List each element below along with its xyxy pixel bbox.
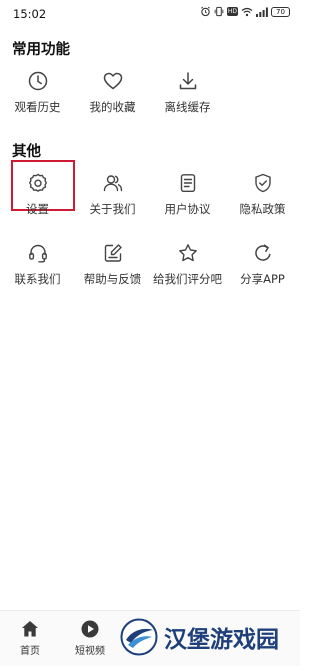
nav-item-home[interactable]: 首页 [5, 619, 55, 657]
signal-icon [256, 7, 268, 17]
download-icon [179, 72, 196, 90]
star-icon [178, 244, 197, 262]
vibrate-icon [214, 6, 224, 17]
menu-item-rate-us[interactable]: 给我们评分吧 [150, 242, 225, 298]
nav-item-label: 短视频 [75, 646, 105, 657]
menu-item-label: 分享APP [240, 272, 285, 286]
menu-item-help-feedback[interactable]: 帮助与反馈 [75, 242, 150, 298]
heart-icon [103, 72, 122, 90]
menu-item-offline-cache[interactable]: 离线缓存 [150, 70, 225, 126]
edit-icon [104, 244, 122, 262]
menu-item-share-app[interactable]: 分享APP [225, 242, 300, 298]
menu-item-user-agreement[interactable]: 用户协议 [150, 172, 225, 228]
menu-item-contact-us[interactable]: 联系我们 [0, 242, 75, 298]
play-icon [81, 620, 99, 638]
gear-icon [28, 173, 47, 192]
section-title-common: 常用功能 [12, 42, 70, 58]
section-title-other: 其他 [12, 144, 41, 160]
status-icons: HD 70 [200, 6, 290, 17]
menu-item-about-us[interactable]: 关于我们 [75, 172, 150, 228]
menu-item-label: 隐私政策 [239, 202, 286, 216]
menu-item-label: 帮助与反馈 [83, 272, 142, 286]
share-refresh-icon [254, 244, 271, 261]
nav-item-short-video[interactable]: 短视频 [65, 619, 115, 657]
alarm-icon [200, 6, 210, 17]
menu-item-label: 联系我们 [14, 272, 61, 286]
watermark: 汉堡游戏园 [120, 616, 295, 658]
document-icon [180, 174, 195, 192]
wifi-icon [241, 7, 253, 16]
menu-item-label: 设置 [26, 202, 49, 216]
shield-icon [254, 173, 271, 193]
nav-item-label: 首页 [20, 646, 40, 657]
menu-item-settings[interactable]: 设置 [0, 172, 75, 228]
status-time: 15:02 [13, 7, 47, 21]
users-icon [103, 175, 122, 192]
menu-item-history[interactable]: 观看历史 [0, 70, 75, 126]
menu-item-label: 用户协议 [164, 202, 211, 216]
menu-item-privacy-policy[interactable]: 隐私政策 [225, 172, 300, 228]
menu-item-label: 关于我们 [89, 202, 136, 216]
menu-item-favorites[interactable]: 我的收藏 [75, 70, 150, 126]
menu-item-label: 离线缓存 [164, 100, 211, 114]
watermark-logo-icon [120, 618, 158, 656]
status-bar: 15:02 HD 70 [0, 0, 300, 28]
menu-item-label: 观看历史 [14, 100, 61, 114]
menu-item-label: 我的收藏 [89, 100, 136, 114]
headset-icon [28, 244, 47, 263]
menu-item-label: 给我们评分吧 [153, 272, 222, 286]
hd-icon: HD [226, 7, 238, 16]
battery-icon: 70 [271, 6, 290, 17]
home-icon [22, 621, 38, 637]
watermark-text: 汉堡游戏园 [164, 626, 279, 653]
clock-icon [28, 71, 47, 91]
